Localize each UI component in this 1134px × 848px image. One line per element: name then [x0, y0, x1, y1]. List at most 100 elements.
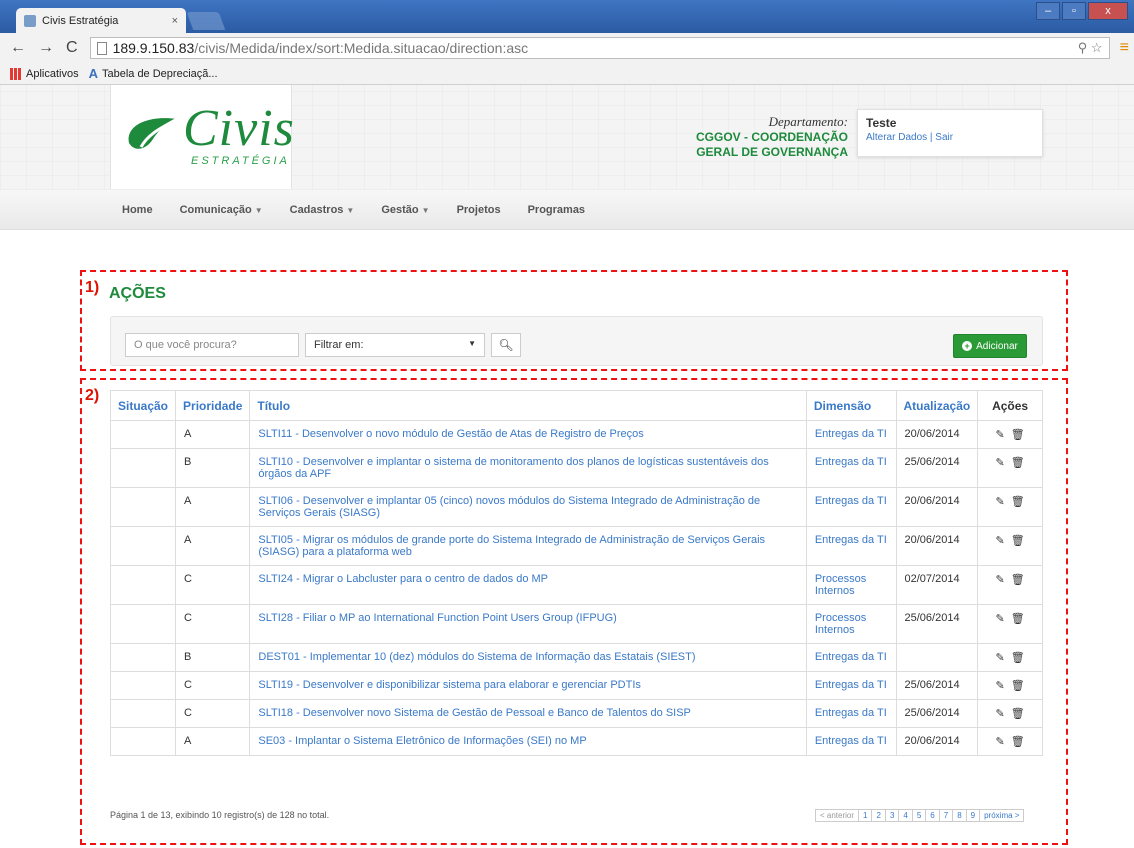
- edit-icon[interactable]: ✎: [996, 428, 1005, 441]
- search-icon: 🔍︎: [498, 338, 514, 352]
- cell-titulo-link[interactable]: SLTI19 - Desenvolver e disponibilizar si…: [249, 671, 807, 700]
- department-line2: GERAL DE GOVERNANÇA: [696, 145, 848, 159]
- zoom-star-icons[interactable]: ⚲ ☆: [1078, 40, 1103, 56]
- nav-programas[interactable]: Programas: [528, 204, 585, 216]
- search-input[interactable]: O que você procura?: [125, 333, 299, 357]
- cell-prioridade: C: [175, 699, 251, 728]
- edit-icon[interactable]: ✎: [996, 573, 1005, 586]
- bookmark-apps[interactable]: Aplicativos: [10, 67, 79, 80]
- edit-icon[interactable]: ✎: [996, 495, 1005, 508]
- nav-projetos[interactable]: Projetos: [457, 204, 501, 216]
- pagination-page[interactable]: 9: [965, 809, 981, 822]
- cell-dimensao-link[interactable]: Entregas da TI: [805, 699, 897, 728]
- nav-cadastros[interactable]: Cadastros ▼: [290, 204, 355, 216]
- edit-icon[interactable]: ✎: [996, 651, 1005, 664]
- maximize-icon[interactable]: ▫: [1062, 2, 1086, 20]
- trash-icon[interactable]: 🗑︎: [1011, 679, 1025, 692]
- cell-prioridade: A: [175, 487, 251, 527]
- edit-icon[interactable]: ✎: [996, 707, 1005, 720]
- pagination-page[interactable]: 4: [898, 809, 913, 822]
- trash-icon[interactable]: 🗑︎: [1011, 495, 1025, 508]
- pagination-page[interactable]: 1: [858, 809, 873, 822]
- reload-icon[interactable]: C: [66, 39, 78, 57]
- new-tab-button[interactable]: [186, 12, 226, 30]
- pagination-next[interactable]: próxima >: [979, 809, 1025, 822]
- cell-titulo-link[interactable]: SLTI11 - Desenvolver o novo módulo de Ge…: [249, 420, 807, 449]
- cell-titulo-link[interactable]: SLTI10 - Desenvolver e implantar o siste…: [249, 448, 807, 488]
- pagination-page[interactable]: 2: [871, 809, 886, 822]
- forward-icon[interactable]: →: [38, 39, 54, 57]
- cell-acoes: ✎ 🗑︎: [977, 420, 1043, 449]
- pagination-page[interactable]: 8: [952, 809, 967, 822]
- back-icon[interactable]: ←: [10, 39, 26, 57]
- cell-titulo-link[interactable]: DEST01 - Implementar 10 (dez) módulos do…: [249, 643, 807, 672]
- trash-icon[interactable]: 🗑︎: [1011, 456, 1025, 469]
- edit-icon[interactable]: ✎: [996, 456, 1005, 469]
- edit-icon[interactable]: ✎: [996, 735, 1005, 748]
- trash-icon[interactable]: 🗑︎: [1011, 612, 1025, 625]
- cell-titulo-link[interactable]: SLTI06 - Desenvolver e implantar 05 (cin…: [249, 487, 807, 527]
- pagination-page[interactable]: 6: [925, 809, 940, 822]
- trash-icon[interactable]: 🗑︎: [1011, 573, 1025, 586]
- trash-icon[interactable]: 🗑︎: [1011, 651, 1025, 664]
- col-atualizacao[interactable]: Atualização: [895, 390, 979, 421]
- cell-titulo-link[interactable]: SE03 - Implantar o Sistema Eletrônico de…: [249, 727, 807, 756]
- url-host: 189.9.150.83: [112, 40, 195, 56]
- search-button[interactable]: 🔍︎: [491, 333, 521, 357]
- cell-dimensao-link[interactable]: Entregas da TI: [805, 420, 897, 449]
- pagination-page[interactable]: 7: [938, 809, 954, 822]
- nav-home[interactable]: Home: [122, 204, 153, 216]
- user-name: Teste: [866, 116, 897, 130]
- pagination-page[interactable]: 3: [884, 809, 900, 822]
- cell-atualizacao: [895, 643, 979, 672]
- pagination-page[interactable]: 5: [911, 809, 927, 822]
- caret-down-icon: ▼: [254, 205, 263, 215]
- cell-dimensao-link[interactable]: Entregas da TI: [805, 448, 897, 488]
- cell-dimensao-link[interactable]: Entregas da TI: [805, 727, 897, 756]
- bookmark-tabela[interactable]: A Tabela de Depreciaçã...: [89, 66, 218, 81]
- edit-icon[interactable]: ✎: [996, 679, 1005, 692]
- trash-icon[interactable]: 🗑︎: [1011, 428, 1025, 441]
- cell-acoes: ✎ 🗑︎: [977, 727, 1043, 756]
- cell-dimensao-link[interactable]: Entregas da TI: [805, 487, 897, 527]
- nav-comunicacao[interactable]: Comunicação ▼: [180, 204, 263, 216]
- nav-gestao[interactable]: Gestão ▼: [381, 204, 429, 216]
- user-links[interactable]: Alterar Dados | Sair: [866, 132, 1034, 143]
- edit-icon[interactable]: ✎: [996, 612, 1005, 625]
- cell-dimensao-link[interactable]: Entregas da TI: [805, 643, 897, 672]
- minimize-icon[interactable]: –: [1036, 2, 1060, 20]
- cell-situacao: [109, 448, 177, 488]
- tab-close-button[interactable]: ×: [172, 15, 178, 27]
- site-header: Civis ESTRATÉGIA Departamento: CGGOV - C…: [0, 85, 1134, 190]
- cell-dimensao-link[interactable]: Entregas da TI: [805, 526, 897, 566]
- col-prioridade[interactable]: Prioridade: [175, 390, 251, 421]
- trash-icon[interactable]: 🗑︎: [1011, 735, 1025, 748]
- cell-titulo-link[interactable]: SLTI24 - Migrar o Labcluster para o cent…: [249, 565, 807, 605]
- cell-dimensao-link[interactable]: Entregas da TI: [805, 671, 897, 700]
- select-arrow-icon: ▼: [468, 339, 476, 348]
- trash-icon[interactable]: 🗑︎: [1011, 534, 1025, 547]
- cell-titulo-link[interactable]: SLTI05 - Migrar os módulos de grande por…: [249, 526, 807, 566]
- cell-titulo-link[interactable]: SLTI28 - Filiar o MP ao International Fu…: [249, 604, 807, 644]
- cell-situacao: [109, 671, 177, 700]
- edit-icon[interactable]: ✎: [996, 534, 1005, 547]
- trash-icon[interactable]: 🗑︎: [1011, 707, 1025, 720]
- col-dimensao[interactable]: Dimensão: [805, 390, 897, 421]
- cell-acoes: ✎ 🗑︎: [977, 671, 1043, 700]
- url-input[interactable]: 189.9.150.83 /civis/Medida/index/sort:Me…: [89, 37, 1110, 59]
- browser-tab[interactable]: Civis Estratégia ×: [16, 8, 186, 33]
- cell-dimensao-link[interactable]: Processos Internos: [805, 604, 897, 644]
- add-button[interactable]: + Adicionar: [953, 334, 1027, 358]
- close-window-icon[interactable]: x: [1088, 2, 1128, 20]
- filter-select[interactable]: Filtrar em: ▼: [305, 333, 485, 357]
- col-titulo[interactable]: Título: [249, 390, 807, 421]
- pagination-prev[interactable]: < anterior: [815, 809, 860, 822]
- col-situacao[interactable]: Situação: [109, 390, 177, 421]
- nav-label: Cadastros: [289, 203, 344, 216]
- cell-prioridade: B: [175, 448, 251, 488]
- cell-dimensao-link[interactable]: Processos Internos: [805, 565, 897, 605]
- cell-titulo-link[interactable]: SLTI18 - Desenvolver novo Sistema de Ges…: [249, 699, 807, 728]
- pagination-info: Página 1 de 13, exibindo 10 registro(s) …: [110, 810, 330, 820]
- menu-icon[interactable]: ≡: [1120, 39, 1129, 57]
- logo[interactable]: Civis ESTRATÉGIA: [110, 85, 294, 189]
